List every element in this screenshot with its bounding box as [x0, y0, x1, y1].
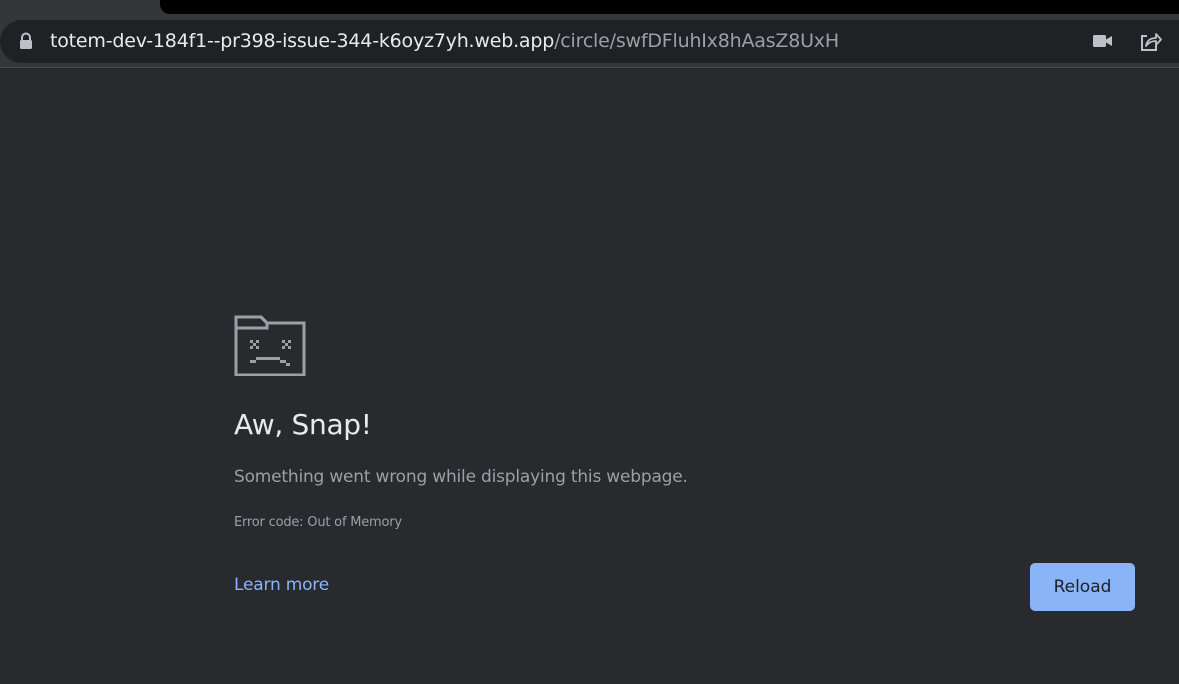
url-path: /circle/swfDFluhIx8hAasZ8UxH [554, 30, 839, 52]
browser-toolbar: totem-dev-184f1--pr398-issue-344-k6oyz7y… [0, 0, 1179, 68]
share-icon[interactable] [1138, 29, 1162, 53]
tab-strip [160, 0, 1179, 14]
url-text[interactable]: totem-dev-184f1--pr398-issue-344-k6oyz7y… [50, 20, 839, 63]
error-code: Error code: Out of Memory [234, 515, 402, 530]
url-host: totem-dev-184f1--pr398-issue-344-k6oyz7y… [50, 30, 555, 52]
reload-button[interactable]: Reload [1030, 563, 1135, 611]
address-bar[interactable]: totem-dev-184f1--pr398-issue-344-k6oyz7y… [0, 20, 1179, 63]
error-title: Aw, Snap! [234, 408, 372, 441]
sad-tab-icon [234, 314, 308, 377]
camera-icon[interactable] [1092, 31, 1114, 51]
lock-icon[interactable] [17, 32, 35, 50]
learn-more-link[interactable]: Learn more [234, 575, 329, 595]
error-message: Something went wrong while displaying th… [234, 467, 688, 487]
